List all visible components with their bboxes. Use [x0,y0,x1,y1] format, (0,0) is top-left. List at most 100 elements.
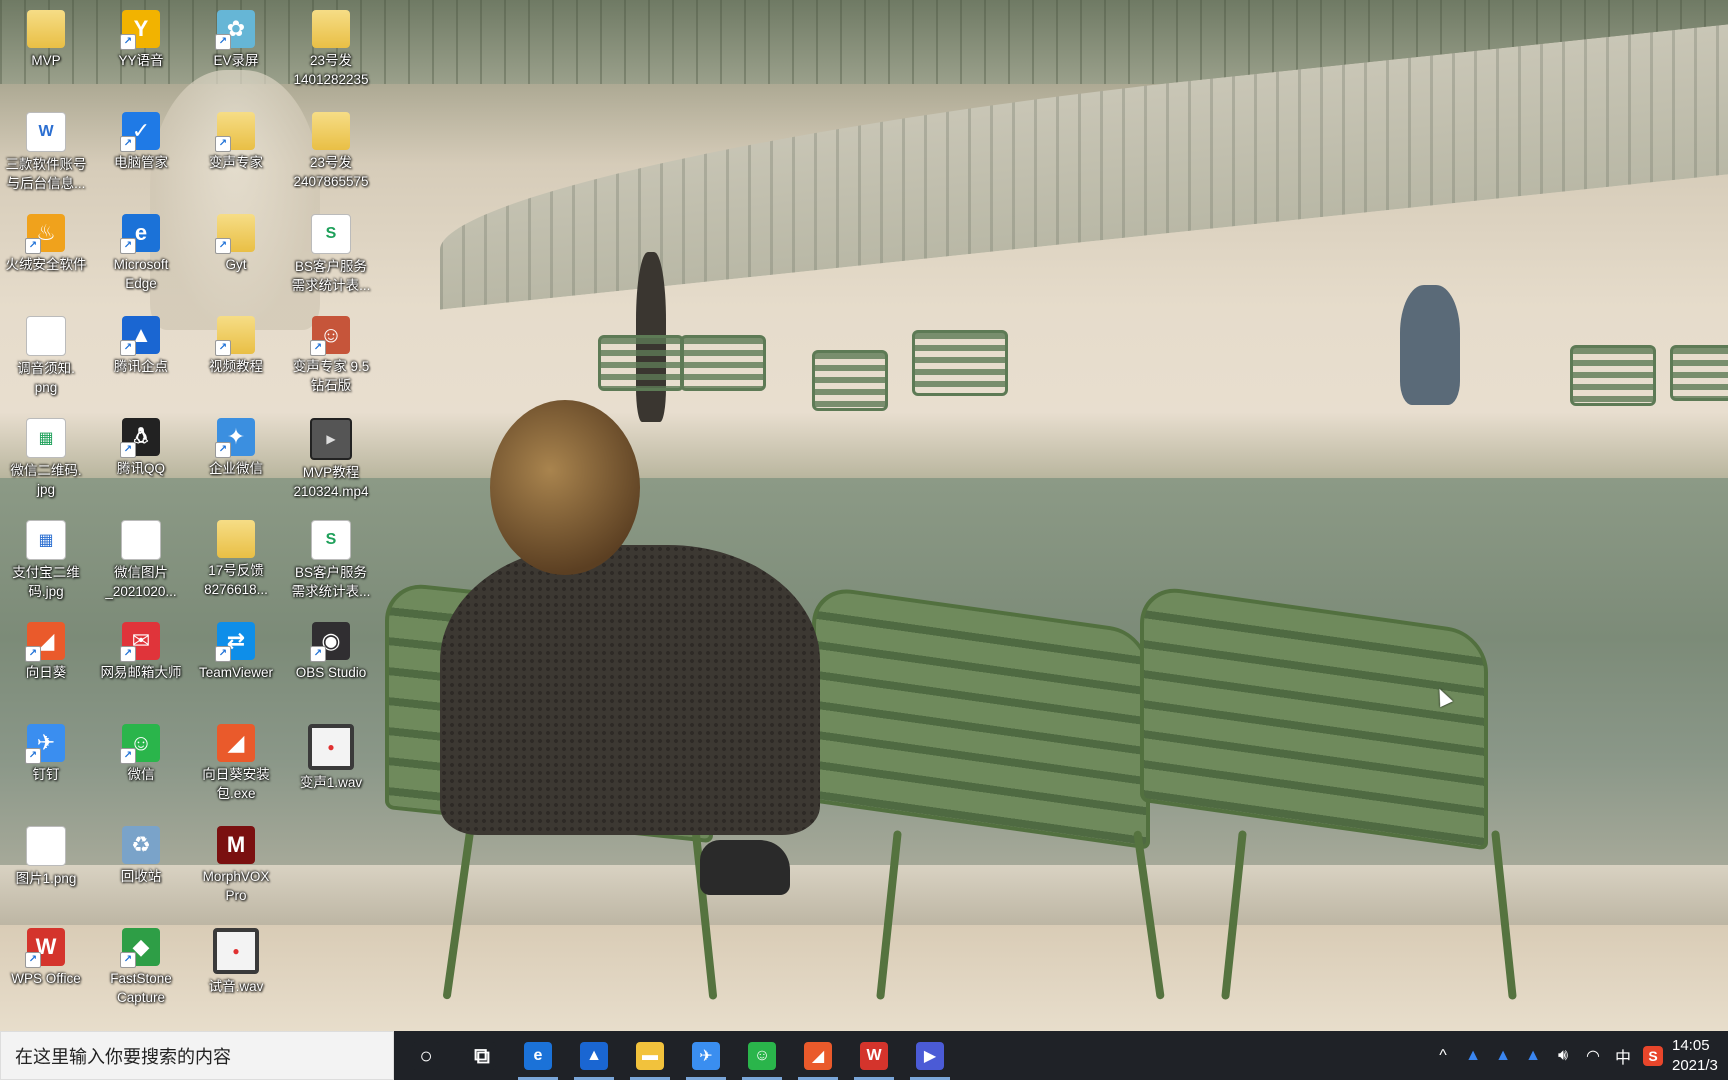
desktop-icon-area: MVP Y ↗ YY语音 ✿ ↗ EV录屏 23号发 1401282235 W 三款软件账号 与后… [0,0,370,1031]
desktop-icon-label: 视频教程 [209,359,263,374]
desktop-icon[interactable]: ♨ ↗ 火绒安全软件 [0,206,92,302]
desktop-icon[interactable]: S BS客户服务 需求统计表... [285,512,377,608]
cortana-button[interactable]: ○ [398,1031,454,1080]
file-explorer-taskbar[interactable]: ▬ [622,1031,678,1080]
desktop-icon[interactable]: 🐧︎ ↗ 腾讯QQ [95,410,187,506]
taskbar: 在这里输入你要搜索的内容 ○ ⧉ e ▲ ▬ ✈ ☺ ◢ W ▶ ^ ▲ ▲ ▲ 🔊︎ ◠ 中 S… [0,1031,1728,1080]
ime-indicator[interactable]: 中 [1608,1031,1638,1080]
desktop-icon-label: 微信图片 _2021020... [105,565,177,599]
edge-taskbar[interactable]: e [510,1031,566,1080]
desktop-icon[interactable]: ☺ ↗ 微信 [95,716,187,812]
desktop-icon[interactable]: ↗ 视频教程 [190,308,282,404]
desktop-icon-label: 变声专家 9.5 钻石版 [292,359,370,393]
sunlogin-installer-icon: ◢ [217,724,255,762]
desktop-icon[interactable]: ◢ 向日葵安装 包.exe [190,716,282,812]
wechat-icon: ☺ [748,1041,776,1070]
desktop-icon-label: 电脑管家 [114,155,168,170]
wecom-icon: ✦ ↗ [215,418,255,458]
desktop-icon[interactable]: W 三款软件账号 与后台信息... [0,104,92,200]
ev-recorder-taskbar[interactable]: ▶ [902,1031,958,1080]
desktop-icon[interactable]: ▦ 支付宝二维 码.jpg [0,512,92,608]
desktop-icon-label: 腾讯QQ [116,461,165,476]
video-file-icon: ▶ [310,418,352,460]
network-icon[interactable]: ◠ [1578,1031,1608,1080]
desktop-icon-label: BS客户服务 需求统计表... [291,565,371,599]
desktop-icon[interactable]: S BS客户服务 需求统计表... [285,206,377,302]
desktop-icon[interactable]: ✈ ↗ 钉钉 [0,716,92,812]
desktop-icon[interactable]: ✉ ↗ 网易邮箱大师 [95,614,187,710]
qidian-tray-icon[interactable]: ▲ [1518,1031,1548,1080]
folder-icon [217,520,255,558]
folder-icon [312,112,350,150]
sunlogin-taskbar[interactable]: ◢ [790,1031,846,1080]
sunlogin-icon: ◢ ↗ [25,622,65,662]
desktop-icon[interactable]: ▶ MVP教程 210324.mp4 [285,410,377,506]
desktop-icon-label: 变声1.wav [299,775,363,790]
desktop-icon-label: Gyt [225,257,247,272]
file-explorer-icon: ▬ [636,1041,664,1070]
desktop-icon-label: 23号发 1401282235 [293,53,369,87]
chevron-up-icon[interactable]: ^ [1428,1031,1458,1080]
desktop-icon[interactable]: 23号发 1401282235 [285,2,377,98]
desktop-icon[interactable]: 微信图片 _2021020... [95,512,187,608]
desktop-icon[interactable]: ✦ ↗ 企业微信 [190,410,282,506]
desktop-icon[interactable]: ☺ ↗ 变声专家 9.5 钻石版 [285,308,377,404]
desktop-icon[interactable]: Y ↗ YY语音 [95,2,187,98]
folder-icon [27,10,65,48]
desktop-icon[interactable]: ✿ ↗ EV录屏 [190,2,282,98]
desktop-icon[interactable]: e ↗ Microsoft Edge [95,206,187,302]
shortcut-arrow-icon: ↗ [310,340,326,356]
desktop-icon[interactable]: 调音须知. png [0,308,92,404]
recycle-bin-icon: ♻ [122,826,160,864]
desktop-icon-label: FastStone Capture [110,971,172,1005]
desktop-icon[interactable]: M MorphVOX Pro [190,818,282,914]
desktop-icon[interactable]: W ↗ WPS Office [0,920,92,1016]
shortcut-arrow-icon: ↗ [120,238,136,254]
desktop-icon[interactable]: ♻ 回收站 [95,818,187,914]
desktop-icon[interactable]: MVP [0,2,92,98]
folder-icon: ↗ [215,112,255,152]
desktop-icon-label: TeamViewer [198,665,274,680]
wallpaper-woman-hair [490,400,640,575]
taskbar-search-input[interactable]: 在这里输入你要搜索的内容 [0,1031,394,1080]
shortcut-arrow-icon: ↗ [25,646,41,662]
desktop-icon[interactable]: ▲ ↗ 腾讯企点 [95,308,187,404]
cortana-icon: ○ [412,1041,440,1070]
wps-taskbar[interactable]: W [846,1031,902,1080]
wallpaper-chair [1570,345,1656,406]
desktop-icon[interactable]: ● 变声1.wav [285,716,377,812]
volume-icon[interactable]: 🔊︎ [1548,1031,1578,1080]
desktop-icon[interactable]: ⇄ ↗ TeamViewer [190,614,282,710]
qr-image-icon: ▦ [26,418,66,458]
desktop-icon[interactable]: 17号反馈 8276618... [190,512,282,608]
search-placeholder: 在这里输入你要搜索的内容 [15,1046,231,1067]
task-view-button[interactable]: ⧉ [454,1031,510,1080]
desktop-icon[interactable]: ↗ 变声专家 [190,104,282,200]
qidian-tray-icon[interactable]: ▲ [1488,1031,1518,1080]
clock-time: 14:05 [1672,1036,1710,1054]
desktop-icon[interactable]: ◉ ↗ OBS Studio [285,614,377,710]
ev-recorder-icon: ✿ ↗ [215,10,255,50]
qidian-tray-icon[interactable]: ▲ [1458,1031,1488,1080]
wechat-taskbar[interactable]: ☺ [734,1031,790,1080]
desktop-icon[interactable]: ↗ Gyt [190,206,282,302]
desktop-icon[interactable]: ✓ ↗ 电脑管家 [95,104,187,200]
desktop-icon[interactable]: ◢ ↗ 向日葵 [0,614,92,710]
desktop-icon-label: 支付宝二维 码.jpg [12,565,80,599]
tencent-qidian-taskbar[interactable]: ▲ [566,1031,622,1080]
sogou-ime-icon[interactable]: S [1638,1031,1668,1080]
desktop-icon[interactable]: 23号发 2407865575 [285,104,377,200]
taskbar-clock[interactable]: 14:05 2021/3 [1668,1036,1728,1076]
folder-icon: ↗ [215,316,255,356]
desktop-icon[interactable]: ● 试音.wav [190,920,282,1016]
desktop-icon-label: 网易邮箱大师 [100,665,182,680]
desktop-icon-label: 腾讯企点 [114,359,168,374]
desktop-icon[interactable]: 图片1.png [0,818,92,914]
desktop-icon[interactable]: ▦ 微信二维码. jpg [0,410,92,506]
qq-icon: 🐧︎ ↗ [120,418,160,458]
voice-changer-icon: ☺ ↗ [310,316,350,356]
desktop-icon[interactable]: ◆ ↗ FastStone Capture [95,920,187,1016]
wallpaper-chair [1670,345,1728,401]
dingtalk-taskbar[interactable]: ✈ [678,1031,734,1080]
spreadsheet-icon: S [311,214,351,254]
